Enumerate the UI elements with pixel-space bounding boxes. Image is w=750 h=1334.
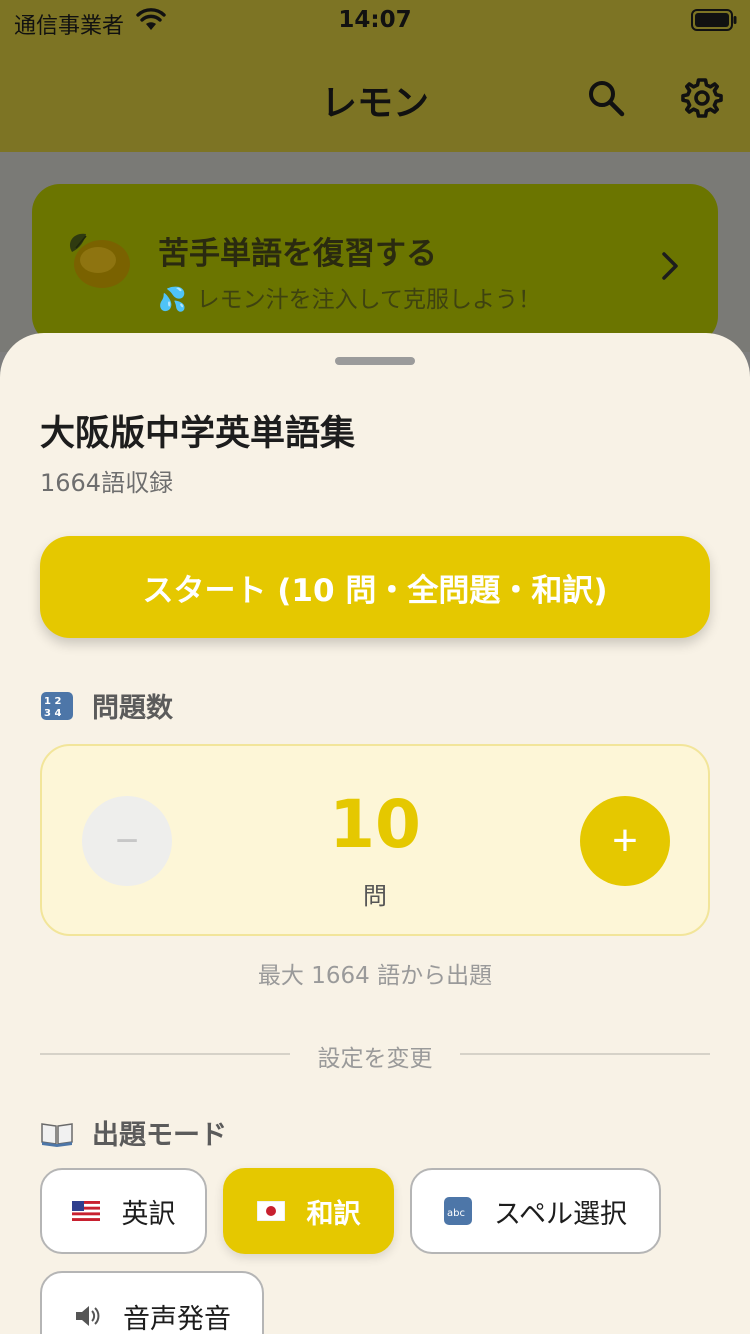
max-words-note: 最大 1664 語から出題 (257, 963, 493, 989)
search-icon[interactable] (586, 78, 626, 118)
mode-audio-button[interactable]: 音声発音 (40, 1271, 264, 1334)
review-weak-words-card[interactable]: 苦手単語を復習する 💦 レモン汁を注入して克服しよう！ (32, 184, 718, 344)
settings-divider: 設定を変更 (40, 1037, 710, 1072)
nav-bar: レモン (0, 40, 750, 152)
mode-audio-label: 音声発音 (123, 1303, 231, 1334)
deck-word-count: 1664語収録 (40, 469, 174, 497)
divider-text: 設定を変更 (317, 1046, 433, 1072)
jp-flag-icon (256, 1201, 285, 1221)
nav-title: レモン (320, 83, 429, 124)
mode-spelling-button[interactable]: abc スペル選択 (410, 1168, 661, 1254)
svg-text:1 2: 1 2 (44, 696, 61, 707)
open-book-icon (41, 1122, 73, 1147)
sweat-drops-icon: 💦 (158, 287, 187, 313)
abc-icon: abc (443, 1197, 472, 1225)
increment-button[interactable]: + (580, 796, 670, 886)
gear-icon[interactable] (680, 76, 724, 120)
svg-text:abc: abc (447, 1208, 465, 1219)
review-title: 苦手単語を復習する (158, 236, 437, 272)
mode-japanese-label: 和訳 (306, 1198, 361, 1230)
numbers-icon: 1 2 3 4 (41, 691, 73, 720)
chevron-right-icon (662, 252, 678, 280)
sheet-grabber[interactable] (335, 357, 415, 365)
bottom-sheet: 大阪版中学英単語集 1664語収録 スタート (10 問・全問題・和訳) 1 2… (0, 333, 750, 1334)
review-subtitle-row: 💦 レモン汁を注入して克服しよう！ (158, 280, 541, 314)
divider-line-right (460, 1053, 710, 1055)
status-bar: 通信事業者 14:07 (0, 0, 750, 40)
clock: 14:07 (338, 7, 412, 33)
question-count-stepper: − 10 問 + (40, 744, 710, 936)
mode-label: 出題モード (92, 1120, 227, 1151)
lemon-icon (69, 233, 130, 288)
mode-japanese-button[interactable]: 和訳 (223, 1168, 394, 1254)
review-subtitle: レモン汁を注入して克服しよう！ (196, 287, 541, 313)
question-count-section-label: 1 2 3 4 問題数 (40, 686, 173, 725)
deck-title: 大阪版中学英単語集 (40, 414, 356, 454)
mode-english-button[interactable]: 英訳 (40, 1168, 207, 1254)
speaker-icon (76, 1306, 100, 1326)
start-button[interactable]: スタート (10 問・全問題・和訳) (40, 536, 710, 638)
question-count-label: 問題数 (92, 693, 173, 724)
svg-text:3 4: 3 4 (44, 708, 61, 719)
battery-icon (691, 9, 737, 31)
mode-spelling-label: スペル選択 (493, 1198, 628, 1230)
mode-english-label: 英訳 (121, 1198, 176, 1230)
mode-section-label: 出題モード (40, 1113, 227, 1152)
us-flag-icon (71, 1201, 100, 1221)
